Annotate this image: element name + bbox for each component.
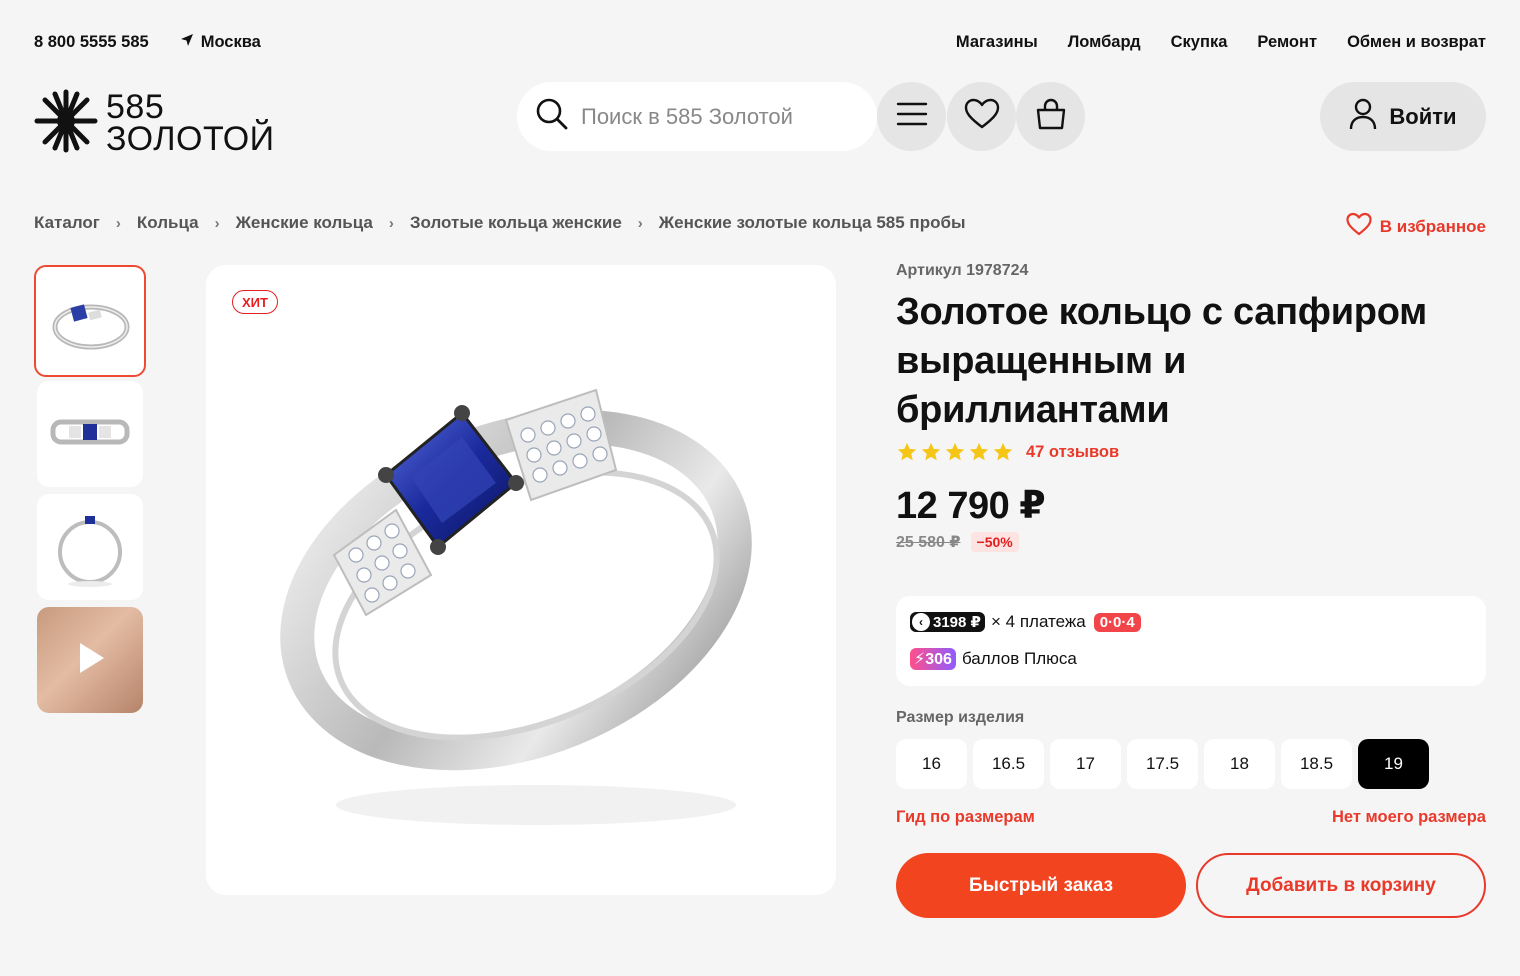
current-price: 12 790 ₽ (896, 485, 1046, 527)
payment-options[interactable]: ‹ 3198 ₽ × 4 платежа 0·0·4 ⚡306 баллов П… (896, 596, 1486, 686)
phone-link[interactable]: 8 800 5555 585 (34, 33, 149, 52)
top-nav-repair[interactable]: Ремонт (1257, 33, 1317, 52)
reviews-link[interactable]: 47 отзывов (1026, 443, 1119, 462)
product-title-line-1: Золотое кольцо с сапфиром (896, 291, 1427, 333)
size-option-16[interactable]: 16 (896, 739, 967, 789)
top-nav-stores[interactable]: Магазины (956, 33, 1038, 52)
logo-text: 585 ЗОЛОТОЙ (106, 90, 275, 158)
product-title-line-3: бриллиантами (896, 389, 1170, 431)
plus-points-row[interactable]: ⚡306 баллов Плюса (910, 647, 1472, 671)
no-my-size-link[interactable]: Нет моего размера (1332, 808, 1486, 827)
size-selector: 16 16.5 17 17.5 18 18.5 19 (896, 739, 1429, 789)
size-guide-link[interactable]: Гид по размерам (896, 808, 1035, 827)
breadcrumb-item-catalog[interactable]: Каталог (34, 213, 100, 233)
split-tag: 0·0·4 (1093, 612, 1141, 632)
thumbnail-3[interactable] (37, 494, 143, 600)
favorites-button[interactable] (947, 82, 1016, 151)
split-badge: ‹ 3198 ₽ (910, 612, 985, 632)
product-title: Золотое кольцо с сапфиром выращенным и б… (896, 288, 1486, 435)
split-amount: 3198 ₽ (933, 614, 981, 631)
breadcrumb: Каталог › Кольца › Женские кольца › Золо… (34, 213, 965, 233)
split-text: × 4 платежа (990, 612, 1086, 631)
location-arrow-icon (179, 32, 195, 53)
hit-badge: ХИТ (232, 290, 278, 314)
heart-outline-icon (1346, 212, 1372, 241)
breadcrumb-item-gold-womens-rings[interactable]: Золотые кольца женские (410, 213, 622, 233)
product-rating: 47 отзывов (896, 441, 1486, 463)
product-article: Артикул 1978724 (896, 262, 1029, 279)
thumbnail-2[interactable] (37, 381, 143, 487)
cart-button[interactable] (1016, 82, 1085, 151)
login-label: Войти (1389, 103, 1457, 129)
size-option-18[interactable]: 18 (1204, 739, 1275, 789)
plus-logo-icon: ⚡ (914, 651, 926, 668)
star-icon (897, 442, 917, 461)
product-title-line-2: выращенным и (896, 340, 1187, 382)
site-logo[interactable]: 585 ЗОЛОТОЙ (34, 89, 284, 158)
chevron-right-icon: › (214, 214, 220, 232)
ring-side-thumbnail-image (58, 516, 122, 587)
product-info: Артикул 1978724 Золотое кольцо с сапфиро… (896, 262, 1486, 552)
top-nav-pawnshop[interactable]: Ломбард (1068, 33, 1141, 52)
size-option-19[interactable]: 19 (1358, 739, 1429, 789)
ring-image (280, 388, 752, 825)
size-option-17-5[interactable]: 17.5 (1127, 739, 1198, 789)
size-links: Гид по размерам Нет моего размера (896, 808, 1486, 827)
plus-amount: 306 (925, 651, 952, 668)
star-icon (921, 442, 941, 461)
star-icon (945, 442, 965, 461)
play-icon (70, 638, 110, 683)
heart-icon (964, 98, 1000, 135)
ring-thumbnail-image (52, 304, 130, 350)
city-name: Москва (200, 32, 261, 51)
login-button[interactable]: Войти (1320, 82, 1486, 151)
star-burst-icon (34, 89, 98, 158)
top-bar-left: 8 800 5555 585 Москва (34, 32, 261, 53)
split-payment-row[interactable]: ‹ 3198 ₽ × 4 платежа 0·0·4 (910, 610, 1472, 634)
old-price-row: 25 580 ₽ −50% (896, 532, 1486, 552)
shopping-bag-icon (1034, 97, 1068, 136)
thumbnail-list (34, 265, 146, 720)
add-to-favorites-label: В избранное (1379, 216, 1486, 236)
star-icon (969, 442, 989, 461)
search-input[interactable]: Поиск в 585 Золотой (517, 82, 877, 151)
breadcrumb-item-rings[interactable]: Кольца (137, 213, 199, 233)
breadcrumb-item-womens-rings[interactable]: Женские кольца (236, 213, 373, 233)
user-icon (1349, 98, 1377, 136)
old-price: 25 580 ₽ (896, 534, 961, 551)
chevron-right-icon: › (637, 214, 643, 232)
chevron-right-icon: › (115, 214, 121, 232)
size-option-18-5[interactable]: 18.5 (1281, 739, 1352, 789)
add-to-cart-button[interactable]: Добавить в корзину (1196, 853, 1486, 918)
chevron-right-icon: › (388, 214, 394, 232)
ring-front-thumbnail-image (50, 419, 130, 445)
top-nav-buyback[interactable]: Скупка (1171, 33, 1228, 52)
thumbnail-video[interactable] (37, 607, 143, 713)
hamburger-icon (896, 102, 928, 131)
plus-text: баллов Плюса (961, 649, 1077, 668)
top-nav: Магазины Ломбард Скупка Ремонт Обмен и в… (956, 33, 1486, 52)
breadcrumb-item-585-gold-rings[interactable]: Женские золотые кольца 585 пробы (659, 213, 966, 233)
split-logo-icon: ‹ (912, 613, 930, 631)
logo-word: ЗОЛОТОЙ (106, 120, 275, 158)
add-to-favorites-link[interactable]: В избранное (1346, 212, 1486, 241)
search-icon (535, 97, 569, 136)
size-option-16-5[interactable]: 16.5 (973, 739, 1044, 789)
discount-badge: −50% (970, 532, 1019, 552)
size-label: Размер изделия (896, 709, 1025, 726)
star-icon (993, 442, 1013, 461)
top-nav-exchange-return[interactable]: Обмен и возврат (1347, 33, 1486, 52)
product-main-image[interactable]: ХИТ (206, 265, 836, 895)
quick-order-button[interactable]: Быстрый заказ (896, 853, 1186, 918)
thumbnail-1[interactable] (34, 265, 146, 377)
top-bar: 8 800 5555 585 Москва Магазины Ломбард С… (34, 30, 1486, 54)
menu-button[interactable] (877, 82, 946, 151)
search-placeholder: Поиск в 585 Золотой (581, 103, 793, 129)
rating-stars (896, 441, 1014, 463)
plus-badge: ⚡306 (910, 648, 956, 670)
size-option-17[interactable]: 17 (1050, 739, 1121, 789)
city-selector[interactable]: Москва (179, 32, 261, 53)
